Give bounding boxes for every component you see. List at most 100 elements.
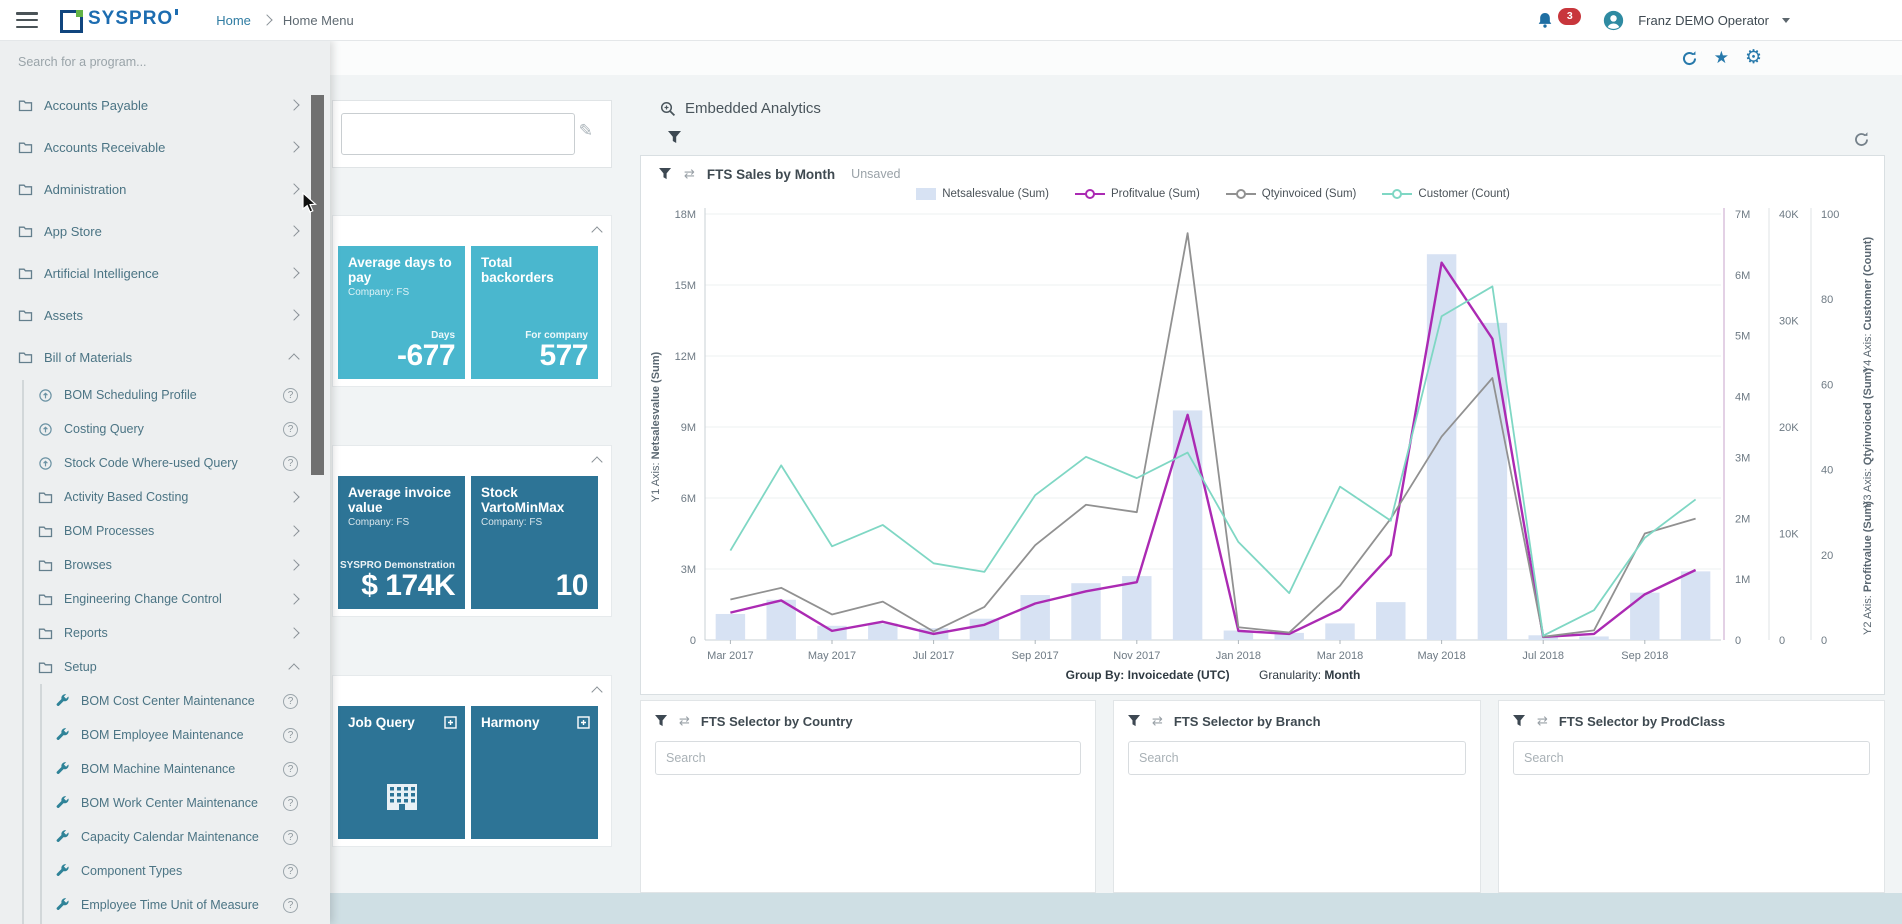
group-collapse-chevron-icon[interactable]: [591, 686, 602, 697]
help-icon[interactable]: ?: [283, 898, 298, 913]
expand-chevron-icon[interactable]: [288, 267, 299, 278]
notification-badge[interactable]: 3: [1558, 8, 1581, 25]
group-collapse-chevron-icon[interactable]: [591, 456, 602, 467]
help-icon[interactable]: ?: [283, 388, 298, 403]
tile-stock-vartominmax[interactable]: Stock VartoMinMaxCompany: FS10: [471, 476, 598, 609]
tile-subtitle: Company: FS: [348, 287, 455, 298]
sidebar-search-input[interactable]: [0, 40, 330, 84]
sidebar-item-accounts-receivable[interactable]: Accounts Receivable: [0, 126, 330, 168]
svg-text:May 2017: May 2017: [808, 650, 856, 662]
settings-gear-icon[interactable]: ⚙: [1745, 48, 1762, 68]
help-icon[interactable]: ?: [283, 796, 298, 811]
expand-chevron-icon[interactable]: [288, 141, 299, 152]
sidebar-item-costing-query[interactable]: Costing Query?: [0, 412, 330, 446]
chart-filter-icon[interactable]: [659, 168, 672, 180]
analytics-filter-icon[interactable]: [668, 131, 682, 149]
sidebar-item-reports[interactable]: Reports: [0, 616, 330, 650]
notification-bell-icon[interactable]: [1536, 11, 1554, 30]
collapse-chevron-icon[interactable]: [288, 353, 299, 364]
refresh-icon[interactable]: [1681, 50, 1698, 67]
group-by-label: Group By:: [1066, 668, 1125, 682]
favorite-star-icon[interactable]: ★: [1714, 48, 1729, 68]
selector-filter-icon[interactable]: [1128, 715, 1141, 727]
sidebar-item-engineering-change-control[interactable]: Engineering Change Control: [0, 582, 330, 616]
legend-item-y2[interactable]: Profitvalue (Sum): [1075, 188, 1200, 200]
group-collapse-chevron-icon[interactable]: [591, 226, 602, 237]
help-icon[interactable]: ?: [283, 728, 298, 743]
selector-filter-icon[interactable]: [1513, 715, 1526, 727]
sidebar-item-assets[interactable]: Assets: [0, 294, 330, 336]
sidebar-item-administration[interactable]: Administration: [0, 168, 330, 210]
expand-chevron-icon[interactable]: [288, 183, 299, 194]
tile-title: Average invoice value: [348, 485, 455, 515]
expand-chevron-icon[interactable]: [288, 627, 299, 638]
tile-expand-icon[interactable]: [577, 716, 590, 734]
sidebar-item-label: Activity Based Costing: [64, 490, 188, 504]
tile-expand-icon[interactable]: [444, 716, 457, 734]
sidebar-item-accounts-payable[interactable]: Accounts Payable: [0, 84, 330, 126]
sidebar-item-bom-work-center-maintenance[interactable]: BOM Work Center Maintenance?: [0, 786, 330, 820]
help-icon[interactable]: ?: [283, 456, 298, 471]
svg-text:Jan 2018: Jan 2018: [1216, 650, 1261, 662]
sidebar-item-bom-scheduling-profile[interactable]: BOM Scheduling Profile?: [0, 378, 330, 412]
expand-chevron-icon[interactable]: [288, 225, 299, 236]
sidebar-item-bom-processes[interactable]: BOM Processes: [0, 514, 330, 548]
sidebar-item-component-types[interactable]: Component Types?: [0, 854, 330, 888]
sidebar-item-bom-machine-maintenance[interactable]: BOM Machine Maintenance?: [0, 752, 330, 786]
breadcrumb-home[interactable]: Home: [216, 13, 251, 28]
sidebar-item-stock-code-where-used-query[interactable]: Stock Code Where-used Query?: [0, 446, 330, 480]
tile-average-days-to-pay[interactable]: Average days to payCompany: FSDays-677: [338, 246, 465, 379]
collapse-chevron-icon[interactable]: [288, 663, 299, 674]
selector-move-icon[interactable]: ⇄: [1537, 713, 1548, 729]
user-menu-caret-icon[interactable]: [1782, 18, 1790, 23]
sidebar-item-capacity-calendar-maintenance[interactable]: Capacity Calendar Maintenance?: [0, 820, 330, 854]
help-icon[interactable]: ?: [283, 864, 298, 879]
user-name[interactable]: Franz DEMO Operator: [1638, 13, 1769, 28]
expand-chevron-icon[interactable]: [288, 309, 299, 320]
help-icon[interactable]: ?: [283, 694, 298, 709]
expand-chevron-icon[interactable]: [288, 559, 299, 570]
syspro-logo[interactable]: SYSPRO: [60, 8, 178, 33]
selector-search-input[interactable]: [1128, 741, 1466, 775]
help-icon[interactable]: ?: [283, 422, 298, 437]
selector-search-input[interactable]: [1513, 741, 1870, 775]
help-icon[interactable]: ?: [283, 830, 298, 845]
chart-move-icon[interactable]: ⇄: [684, 166, 695, 182]
legend-swatch: [1226, 188, 1256, 200]
selector-move-icon[interactable]: ⇄: [1152, 713, 1163, 729]
expand-chevron-icon[interactable]: [288, 491, 299, 502]
sidebar-item-browses[interactable]: Browses: [0, 548, 330, 582]
chart-title: FTS Sales by Month: [707, 167, 835, 182]
selector-search-input[interactable]: [655, 741, 1081, 775]
program-search-input[interactable]: [341, 113, 575, 155]
hamburger-menu-icon[interactable]: [16, 12, 38, 28]
sidebar-scrollbar[interactable]: [311, 95, 324, 475]
selector-title: FTS Selector by Branch: [1174, 714, 1321, 729]
tile-value-block: Days-677: [397, 330, 455, 371]
tile-average-invoice-value[interactable]: Average invoice valueCompany: FSSYSPRO D…: [338, 476, 465, 609]
sidebar-item-bom-employee-maintenance[interactable]: BOM Employee Maintenance?: [0, 718, 330, 752]
tile-harmony[interactable]: Harmony: [471, 706, 598, 839]
sidebar-item-bill-of-materials[interactable]: Bill of Materials: [0, 336, 330, 378]
analytics-refresh-icon[interactable]: [1853, 131, 1870, 153]
svg-text:Mar 2017: Mar 2017: [707, 650, 753, 662]
expand-chevron-icon[interactable]: [288, 99, 299, 110]
legend-item-y1[interactable]: Netsalesvalue (Sum): [916, 188, 1049, 200]
sidebar-item-artificial-intelligence[interactable]: Artificial Intelligence: [0, 252, 330, 294]
tile-job-query[interactable]: Job Query: [338, 706, 465, 839]
tile-total-backorders[interactable]: Total backordersFor company577: [471, 246, 598, 379]
sidebar-item-setup[interactable]: Setup: [0, 650, 330, 684]
expand-chevron-icon[interactable]: [288, 525, 299, 536]
edit-pencil-icon[interactable]: ✎: [579, 121, 593, 141]
sidebar-item-app-store[interactable]: App Store: [0, 210, 330, 252]
help-icon[interactable]: ?: [283, 762, 298, 777]
legend-item-y4[interactable]: Customer (Count): [1382, 188, 1509, 200]
sidebar-item-bom-cost-center-maintenance[interactable]: BOM Cost Center Maintenance?: [0, 684, 330, 718]
sidebar-item-employee-time-unit-of-measure[interactable]: Employee Time Unit of Measure?: [0, 888, 330, 922]
legend-item-y3[interactable]: Qtyinvoiced (Sum): [1226, 188, 1357, 200]
selector-filter-icon[interactable]: [655, 715, 668, 727]
sidebar-item-activity-based-costing[interactable]: Activity Based Costing: [0, 480, 330, 514]
selector-move-icon[interactable]: ⇄: [679, 713, 690, 729]
expand-chevron-icon[interactable]: [288, 593, 299, 604]
user-avatar[interactable]: [1603, 10, 1624, 31]
